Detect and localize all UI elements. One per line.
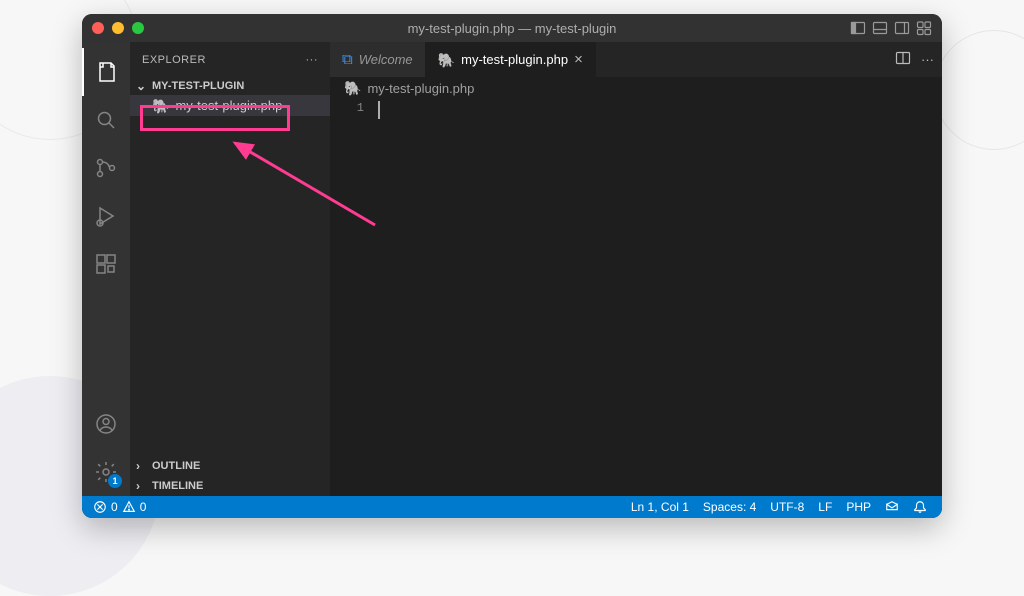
window-minimize-button[interactable] [112, 22, 124, 34]
status-language[interactable]: PHP [839, 500, 878, 514]
status-errors-count: 0 [111, 500, 118, 514]
activity-settings[interactable]: 1 [82, 448, 130, 496]
activity-search[interactable] [82, 96, 130, 144]
tab-file[interactable]: 🐘 my-test-plugin.php × [426, 42, 596, 77]
vscode-logo-icon: ⧉ [342, 51, 353, 68]
file-name: my-test-plugin.php [175, 98, 282, 113]
status-notifications-icon[interactable] [906, 500, 934, 514]
window-close-button[interactable] [92, 22, 104, 34]
file-item[interactable]: 🐘 my-test-plugin.php [130, 95, 330, 116]
sidebar-more-icon[interactable]: ··· [306, 54, 319, 66]
tab-close-icon[interactable]: × [574, 51, 583, 68]
folder-name: MY-TEST-PLUGIN [152, 80, 244, 92]
editor-body[interactable]: 1 [330, 99, 942, 496]
explorer-folder-header[interactable]: ⌄ MY-TEST-PLUGIN [130, 77, 330, 95]
vscode-window: my-test-plugin.php — my-test-plugin [82, 14, 942, 518]
bg-circle [934, 30, 1024, 150]
layout-panel-bottom-icon[interactable] [872, 20, 888, 36]
outline-label: OUTLINE [152, 460, 200, 472]
window-title: my-test-plugin.php — my-test-plugin [82, 21, 942, 36]
layout-sidebar-left-icon[interactable] [850, 20, 866, 36]
status-cursor-position[interactable]: Ln 1, Col 1 [624, 500, 696, 514]
outline-panel-header[interactable]: › OUTLINE [130, 456, 330, 476]
file-tree: 🐘 my-test-plugin.php [130, 95, 330, 456]
breadcrumb-file: my-test-plugin.php [367, 81, 474, 96]
activity-bar: 1 [82, 42, 130, 496]
sidebar: EXPLORER ··· ⌄ MY-TEST-PLUGIN 🐘 my-test-… [130, 42, 330, 496]
window-maximize-button[interactable] [132, 22, 144, 34]
layout-controls [850, 20, 932, 36]
split-editor-icon[interactable] [895, 50, 911, 69]
editor-tabs: ⧉ Welcome 🐘 my-test-plugin.php × ··· [330, 42, 942, 77]
settings-badge: 1 [108, 474, 122, 488]
timeline-panel-header[interactable]: › TIMELINE [130, 476, 330, 496]
status-warnings-count: 0 [140, 500, 147, 514]
activity-extensions[interactable] [82, 240, 130, 288]
editor-more-icon[interactable]: ··· [921, 52, 934, 67]
sidebar-collapsible-panels: › OUTLINE › TIMELINE [130, 456, 330, 496]
layout-sidebar-right-icon[interactable] [894, 20, 910, 36]
php-file-icon: 🐘 [152, 99, 169, 113]
line-number: 1 [330, 101, 364, 115]
tab-welcome[interactable]: ⧉ Welcome [330, 42, 426, 77]
php-file-icon: 🐘 [344, 81, 361, 95]
activity-explorer[interactable] [82, 48, 130, 96]
chevron-down-icon: ⌄ [136, 79, 148, 93]
breadcrumb[interactable]: 🐘 my-test-plugin.php [330, 77, 942, 99]
sidebar-title: EXPLORER [142, 54, 206, 66]
status-bar: 0 0 Ln 1, Col 1 Spaces: 4 UTF-8 LF PHP [82, 496, 942, 518]
window-controls [92, 22, 144, 34]
code-area[interactable] [378, 99, 942, 496]
status-problems[interactable]: 0 0 [86, 500, 153, 514]
status-indentation[interactable]: Spaces: 4 [696, 500, 763, 514]
sidebar-header: EXPLORER ··· [130, 42, 330, 77]
tab-label: my-test-plugin.php [461, 52, 568, 67]
activity-source-control[interactable] [82, 144, 130, 192]
chevron-right-icon: › [136, 479, 148, 493]
activity-account[interactable] [82, 400, 130, 448]
titlebar: my-test-plugin.php — my-test-plugin [82, 14, 942, 42]
text-cursor [378, 101, 942, 119]
activity-run-debug[interactable] [82, 192, 130, 240]
chevron-right-icon: › [136, 459, 148, 473]
layout-customize-icon[interactable] [916, 20, 932, 36]
status-feedback-icon[interactable] [878, 500, 906, 514]
status-encoding[interactable]: UTF-8 [763, 500, 811, 514]
tab-label: Welcome [359, 52, 413, 67]
php-file-icon: 🐘 [438, 53, 455, 67]
status-eol[interactable]: LF [811, 500, 839, 514]
timeline-label: TIMELINE [152, 480, 203, 492]
editor-region: ⧉ Welcome 🐘 my-test-plugin.php × ··· 🐘 [330, 42, 942, 496]
line-number-gutter: 1 [330, 99, 378, 496]
